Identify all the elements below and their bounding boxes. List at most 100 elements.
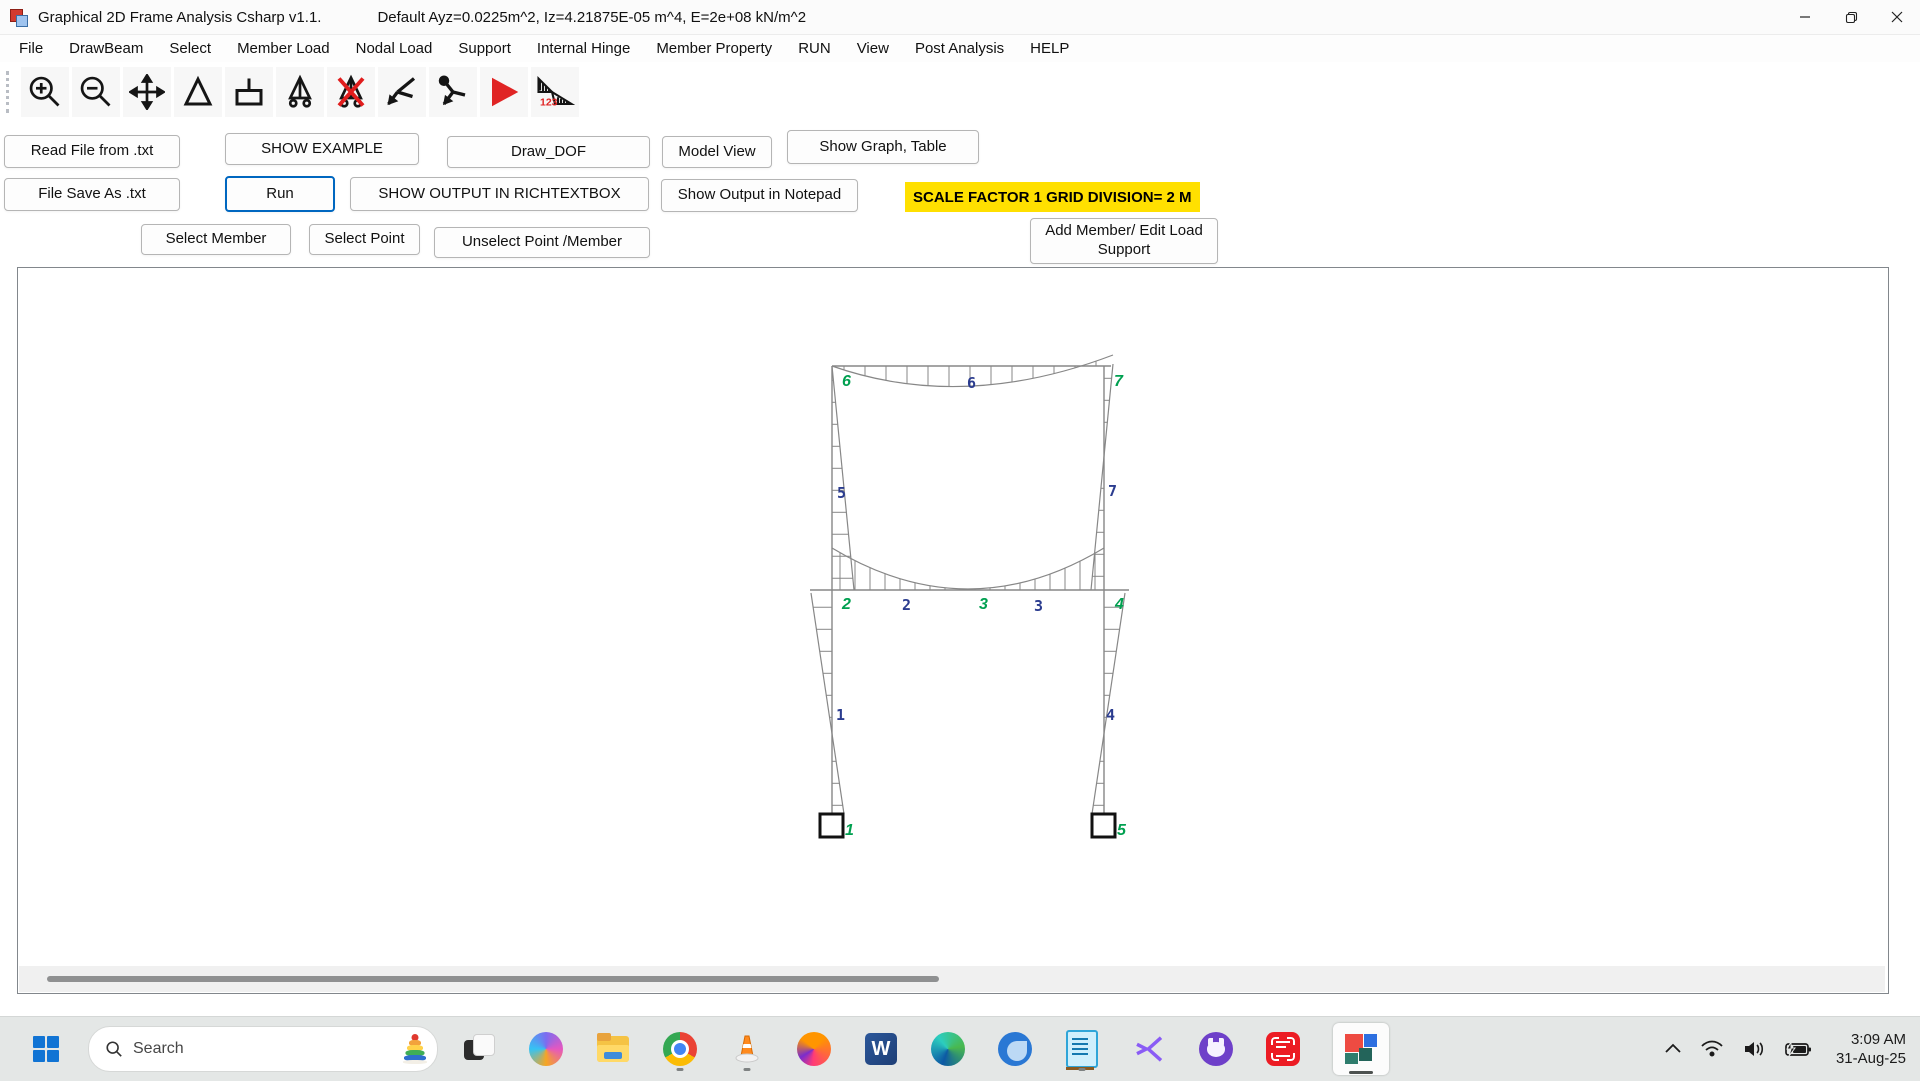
svg-text:2: 2: [841, 596, 851, 613]
word-icon[interactable]: W: [862, 1027, 900, 1071]
menu-item-help[interactable]: HELP: [1017, 37, 1082, 60]
run-icon[interactable]: [480, 67, 528, 117]
vlc-icon[interactable]: [728, 1027, 766, 1071]
visual-studio-icon[interactable]: [1130, 1027, 1168, 1071]
menu-item-view[interactable]: View: [844, 37, 902, 60]
show-graph-table-button[interactable]: Show Graph, Table: [787, 130, 979, 164]
select-point-button[interactable]: Select Point: [309, 224, 420, 255]
file-save-button[interactable]: File Save As .txt: [4, 178, 180, 211]
search-placeholder: Search: [133, 1040, 403, 1058]
model-view-button[interactable]: Model View: [662, 136, 772, 168]
nodal-moment-icon[interactable]: [429, 67, 477, 117]
menu-item-member-property[interactable]: Member Property: [643, 37, 785, 60]
frame-analysis-glyph: [1345, 1034, 1377, 1064]
svg-text:4: 4: [1106, 706, 1115, 724]
delete-support-icon[interactable]: [327, 67, 375, 117]
file-explorer-icon[interactable]: [594, 1027, 632, 1071]
restore-icon: [1845, 11, 1858, 24]
chrome-icon[interactable]: [661, 1027, 699, 1071]
minimize-button[interactable]: [1782, 0, 1828, 34]
svg-text:123: 123: [540, 97, 558, 109]
taskbar-clock[interactable]: 3:09 AM 31-Aug-25: [1836, 1030, 1906, 1068]
vlc-cone: [731, 1032, 763, 1066]
wifi-icon[interactable]: [1700, 1039, 1724, 1059]
search-icon: [105, 1040, 123, 1058]
menu-bar: FileDrawBeamSelectMember LoadNodal LoadS…: [0, 35, 1920, 62]
clock-date: 31-Aug-25: [1836, 1049, 1906, 1068]
frame-analysis-app-icon[interactable]: [1331, 1027, 1391, 1071]
minimize-icon: [1799, 11, 1811, 23]
unselect-point-member-button[interactable]: Unselect Point /Member: [434, 227, 650, 258]
show-example-button[interactable]: SHOW EXAMPLE: [225, 133, 419, 165]
restore-button[interactable]: [1828, 0, 1874, 34]
svg-text:1: 1: [845, 822, 854, 839]
svg-text:7: 7: [1108, 482, 1117, 500]
menu-item-member-load[interactable]: Member Load: [224, 37, 343, 60]
dimension-123-icon[interactable]: 123: [531, 67, 579, 117]
canvas-hscrollbar-track[interactable]: [19, 966, 1885, 992]
moment-load-icon[interactable]: [378, 67, 426, 117]
menu-item-internal-hinge[interactable]: Internal Hinge: [524, 37, 643, 60]
app-icon: [10, 8, 28, 26]
notepad-icon[interactable]: [1063, 1027, 1101, 1071]
title-bar: Graphical 2D Frame Analysis Csharp v1.1.…: [0, 0, 1920, 35]
select-member-button[interactable]: Select Member: [141, 224, 291, 255]
canvas-hscrollbar-thumb[interactable]: [47, 976, 939, 982]
svg-text:7: 7: [1114, 373, 1124, 390]
svg-text:3: 3: [1034, 597, 1043, 615]
run-button[interactable]: Run: [225, 176, 335, 212]
toolbar: 123: [0, 62, 1920, 122]
roller-support-icon[interactable]: [276, 67, 324, 117]
pin-support-icon[interactable]: [174, 67, 222, 117]
svg-text:2: 2: [902, 596, 911, 614]
window-title: Graphical 2D Frame Analysis Csharp v1.1.: [38, 9, 321, 26]
svg-text:1: 1: [836, 706, 845, 724]
menu-item-drawbeam[interactable]: DrawBeam: [56, 37, 156, 60]
menu-item-select[interactable]: Select: [156, 37, 224, 60]
taskbar: Search W: [0, 1016, 1920, 1081]
hidden-icons-chevron[interactable]: [1664, 1043, 1682, 1055]
battery-icon[interactable]: [1784, 1039, 1812, 1059]
pan-icon[interactable]: [123, 67, 171, 117]
red-scan-app-icon[interactable]: [1264, 1027, 1302, 1071]
analysis-canvas[interactable]: 67234156572314: [17, 267, 1889, 994]
show-output-richtextbox-button[interactable]: SHOW OUTPUT IN RICHTEXTBOX: [350, 177, 649, 211]
toolbar-grip[interactable]: [6, 71, 15, 113]
zoom-out-icon[interactable]: [72, 67, 120, 117]
app-window: Graphical 2D Frame Analysis Csharp v1.1.…: [0, 0, 1920, 1016]
copilot-icon[interactable]: [527, 1027, 565, 1071]
svg-text:3: 3: [979, 596, 988, 613]
svg-text:6: 6: [842, 373, 851, 390]
svg-text:6: 6: [967, 374, 976, 392]
menu-item-post-analysis[interactable]: Post Analysis: [902, 37, 1017, 60]
default-properties-text: Default Ayz=0.0225m^2, Iz=4.21875E-05 m^…: [377, 9, 806, 26]
menu-item-support[interactable]: Support: [445, 37, 524, 60]
close-icon: [1891, 11, 1903, 23]
volume-icon[interactable]: [1742, 1039, 1766, 1059]
github-desktop-icon[interactable]: [1197, 1027, 1235, 1071]
task-view-icon[interactable]: [460, 1027, 498, 1071]
read-file-button[interactable]: Read File from .txt: [4, 135, 180, 168]
clock-time: 3:09 AM: [1836, 1030, 1906, 1049]
edge-icon[interactable]: [929, 1027, 967, 1071]
show-output-notepad-button[interactable]: Show Output in Notepad: [661, 179, 858, 212]
fixed-support-icon[interactable]: [225, 67, 273, 117]
menu-item-file[interactable]: File: [6, 37, 56, 60]
frame-moment-diagram: 67234156572314: [18, 268, 1886, 963]
windows-logo-icon: [33, 1036, 59, 1062]
svg-text:5: 5: [837, 484, 846, 502]
menu-item-nodal-load[interactable]: Nodal Load: [343, 37, 446, 60]
search-highlight-icon[interactable]: [403, 1034, 427, 1064]
add-member-edit-load-button[interactable]: Add Member/ Edit Load Support: [1030, 218, 1218, 264]
svg-text:5: 5: [1117, 822, 1127, 839]
thunderbird-icon[interactable]: [996, 1027, 1034, 1071]
close-button[interactable]: [1874, 0, 1920, 34]
menu-item-run[interactable]: RUN: [785, 37, 844, 60]
vs-glyph: [1133, 1033, 1165, 1065]
search-box[interactable]: Search: [88, 1026, 438, 1072]
start-button[interactable]: [26, 1029, 66, 1069]
firefox-icon[interactable]: [795, 1027, 833, 1071]
zoom-in-icon[interactable]: [21, 67, 69, 117]
draw-dof-button[interactable]: Draw_DOF: [447, 136, 650, 168]
scale-factor-label: SCALE FACTOR 1 GRID DIVISION= 2 M: [905, 182, 1200, 212]
